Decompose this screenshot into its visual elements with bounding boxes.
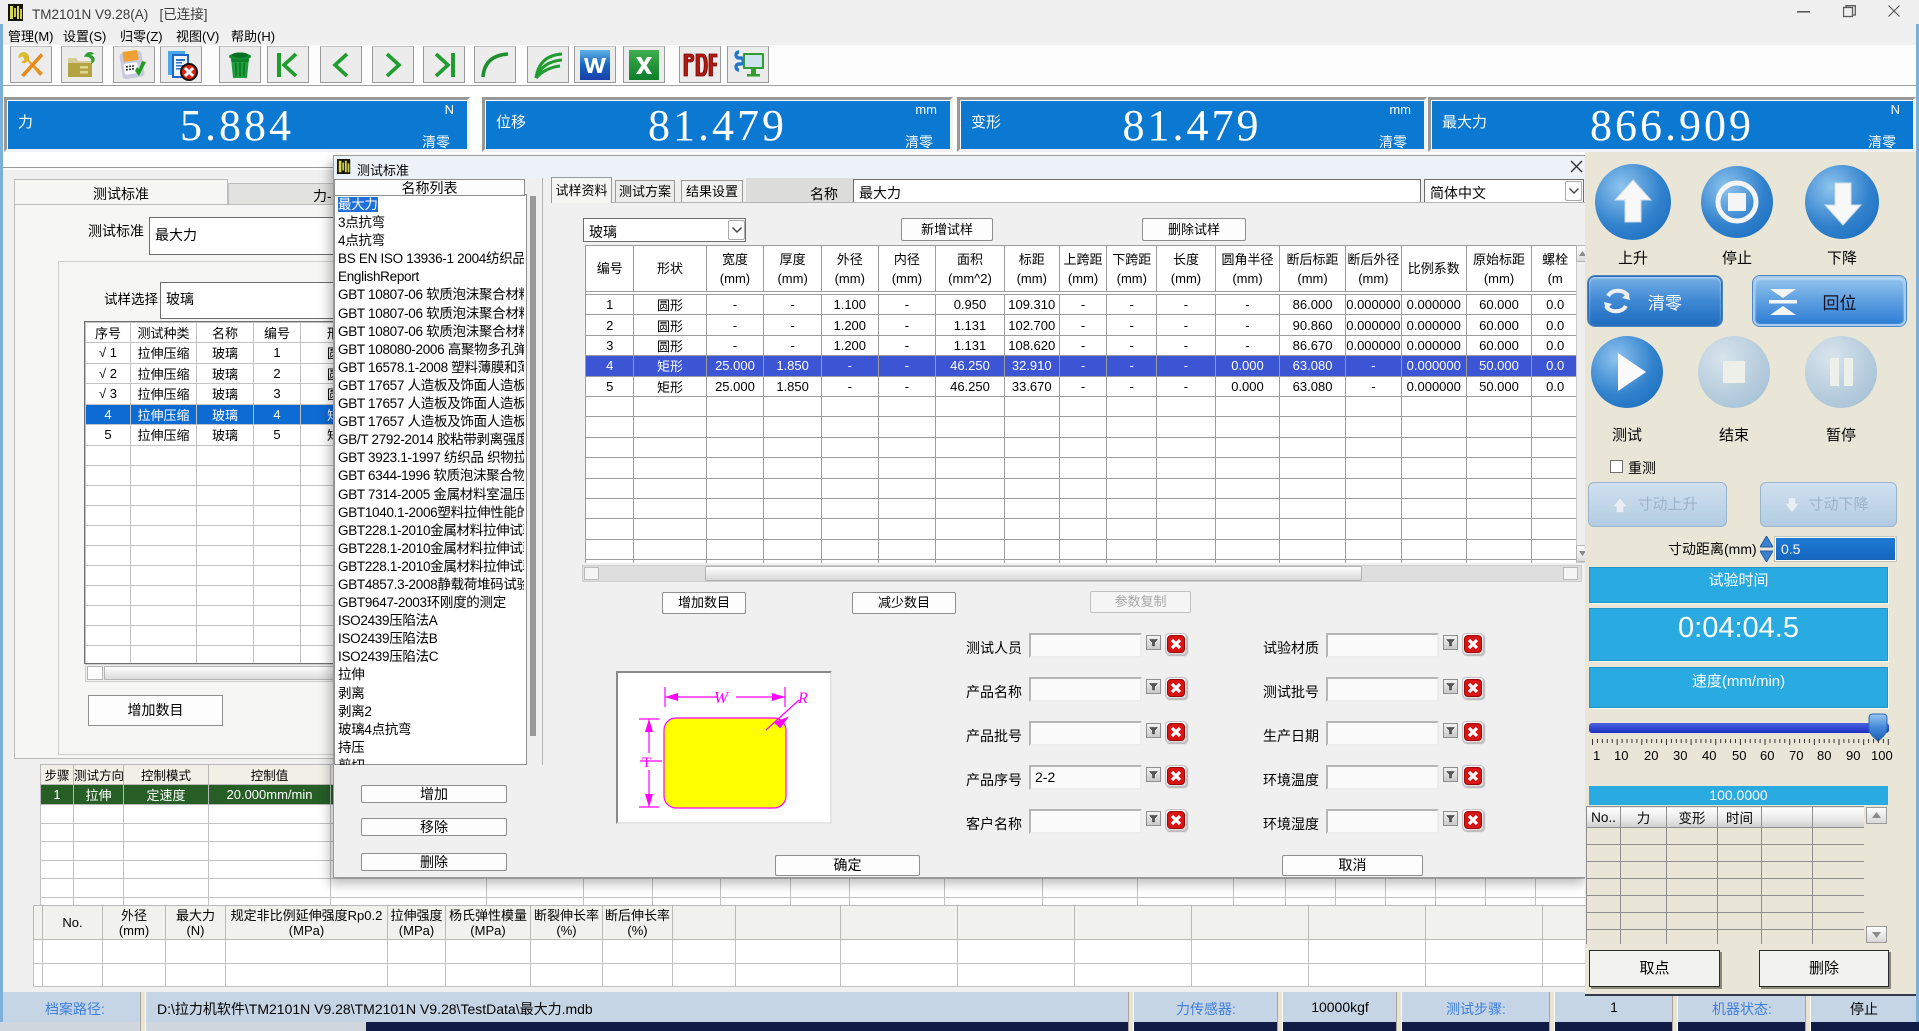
svg-text:W: W — [714, 688, 730, 707]
svg-text:R: R — [797, 690, 808, 707]
svg-text:T: T — [642, 755, 651, 771]
